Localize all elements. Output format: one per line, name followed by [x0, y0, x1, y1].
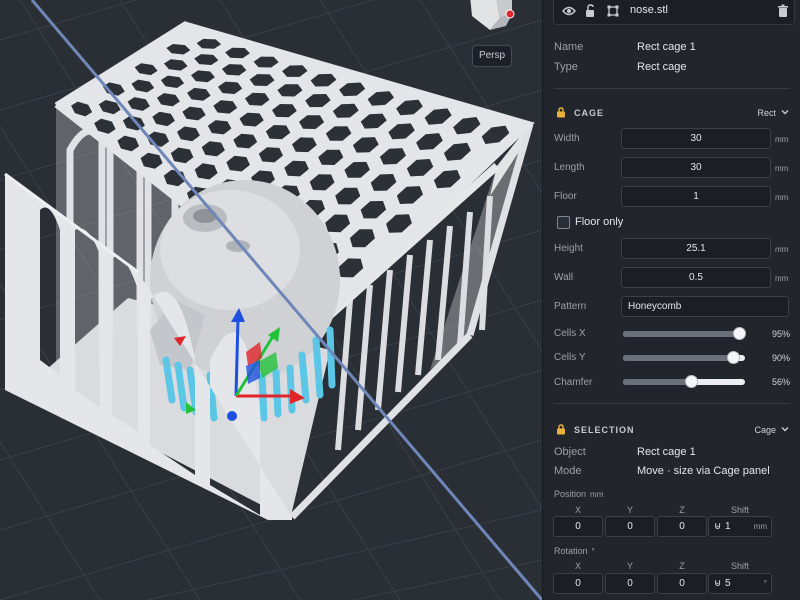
- position-shift-value: 1: [725, 521, 731, 532]
- width-unit: mm: [775, 135, 789, 144]
- 3d-viewport[interactable]: Persp: [0, 0, 542, 600]
- position-shift-input[interactable]: ⊌ 1 mm: [708, 516, 772, 537]
- chevron-down-icon[interactable]: [780, 107, 790, 117]
- trash-icon[interactable]: [776, 4, 790, 18]
- position-y-input[interactable]: 0: [605, 516, 655, 537]
- mode-label: Mode: [554, 465, 582, 477]
- length-label: Length: [554, 162, 585, 173]
- chamfer-label: Chamfer: [554, 377, 593, 388]
- cells-y-value: 90%: [771, 353, 790, 363]
- rotation-shift-value: 5: [725, 578, 731, 589]
- type-label: Type: [554, 61, 578, 73]
- object-value: Rect cage 1: [637, 446, 696, 458]
- selection-section-header[interactable]: SELECTION Cage: [554, 424, 790, 438]
- rotation-shift-unit: °: [763, 579, 767, 588]
- lock-icon: [557, 424, 565, 435]
- rotation-label: Rotation °: [554, 546, 595, 556]
- axis-x-label: X: [574, 561, 581, 571]
- chevron-down-icon[interactable]: [780, 424, 790, 434]
- slider-fill: [623, 355, 733, 361]
- name-value: Rect cage 1: [637, 41, 696, 53]
- rotation-unit: °: [591, 547, 595, 556]
- chamfer-slider[interactable]: [623, 375, 745, 388]
- cells-x-slider[interactable]: [623, 327, 746, 340]
- position-x-input[interactable]: 0: [553, 516, 603, 537]
- length-unit: mm: [775, 164, 789, 173]
- object-file-name: nose.stl: [630, 4, 668, 16]
- rotation-y-input[interactable]: 0: [605, 573, 655, 594]
- rotation-shift-input[interactable]: ⊌ 5 °: [708, 573, 772, 594]
- divider: [554, 403, 790, 404]
- cage-section-header[interactable]: CAGE Rect: [554, 107, 790, 121]
- floor-only-checkbox[interactable]: [557, 216, 570, 229]
- type-value: Rect cage: [637, 61, 687, 73]
- selection-mode-select[interactable]: Cage: [754, 425, 776, 435]
- chamfer-value: 56%: [771, 377, 790, 387]
- lock-icon: [557, 107, 565, 118]
- cells-y-slider[interactable]: [623, 351, 745, 364]
- cells-x-value: 95%: [771, 329, 790, 339]
- height-input[interactable]: 25.1: [621, 238, 771, 259]
- rotation-x-input[interactable]: 0: [553, 573, 603, 594]
- slider-knob[interactable]: [685, 375, 699, 388]
- cage-section-title: CAGE: [574, 108, 605, 118]
- mode-value: Move · size via Cage panel: [637, 465, 770, 477]
- position-shift-unit: mm: [753, 522, 767, 531]
- cage-mode-select[interactable]: Rect: [757, 108, 776, 118]
- name-label: Name: [554, 41, 584, 53]
- perspective-toggle-button[interactable]: Persp: [472, 45, 512, 67]
- floor-only-label[interactable]: Floor only: [575, 216, 623, 228]
- wall-input[interactable]: 0.5: [621, 267, 771, 288]
- axis-y-label: Y: [626, 505, 633, 515]
- height-label: Height: [554, 243, 583, 254]
- width-label: Width: [554, 133, 580, 144]
- width-input[interactable]: 30: [621, 128, 771, 149]
- cells-y-label: Cells Y: [554, 352, 586, 363]
- view-cube-icon[interactable]: [466, 0, 518, 36]
- wall-unit: mm: [775, 274, 789, 283]
- slider-fill: [623, 331, 739, 337]
- length-input[interactable]: 30: [621, 157, 771, 178]
- cells-x-label: Cells X: [554, 328, 586, 339]
- axis-x-label: X: [574, 505, 581, 515]
- position-z-input[interactable]: 0: [657, 516, 707, 537]
- object-label: Object: [554, 446, 586, 458]
- bounding-box-icon[interactable]: [606, 4, 620, 18]
- height-unit: mm: [775, 245, 789, 254]
- properties-panel: nose.stl Name Rect cage 1 Type Rect cage…: [542, 0, 800, 600]
- object-row[interactable]: nose.stl: [553, 0, 795, 25]
- shift-symbol-icon: ⊌: [714, 578, 722, 589]
- selection-section-title: SELECTION: [574, 425, 635, 435]
- eye-icon[interactable]: [562, 4, 576, 18]
- shift-symbol-icon: ⊌: [714, 521, 722, 532]
- divider: [554, 88, 790, 89]
- floor-input[interactable]: 1: [621, 186, 771, 207]
- position-label: Position mm: [554, 489, 604, 499]
- axis-z-label: Z: [679, 561, 685, 571]
- position-unit: mm: [590, 490, 604, 499]
- floor-unit: mm: [775, 193, 789, 202]
- slider-knob[interactable]: [726, 351, 740, 364]
- axis-shift-label: Shift: [730, 505, 749, 515]
- scene-canvas[interactable]: [0, 0, 542, 600]
- floor-label: Floor: [554, 191, 577, 202]
- pattern-input[interactable]: Honeycomb: [621, 296, 789, 317]
- slider-fill: [623, 379, 692, 385]
- rotation-z-input[interactable]: 0: [657, 573, 707, 594]
- axis-z-label: Z: [679, 505, 685, 515]
- lock-open-icon[interactable]: [584, 4, 598, 18]
- pattern-label: Pattern: [554, 301, 587, 312]
- axis-y-label: Y: [626, 561, 633, 571]
- wall-label: Wall: [554, 272, 574, 283]
- axis-shift-label: Shift: [730, 561, 749, 571]
- slider-knob[interactable]: [732, 327, 746, 340]
